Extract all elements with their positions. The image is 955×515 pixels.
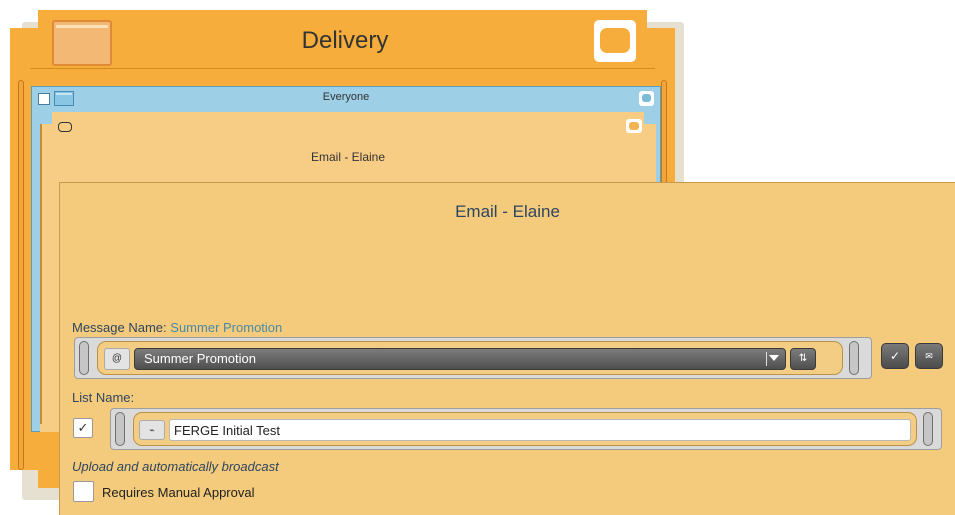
message-select-value: Summer Promotion <box>144 351 256 366</box>
list-enabled-checkbox[interactable]: ✓ <box>73 418 93 438</box>
message-name-label: Message Name: Summer Promotion <box>72 320 282 335</box>
requires-approval-label: Requires Manual Approval <box>102 485 255 500</box>
everyone-title: Everyone <box>322 91 370 103</box>
delivery-divider <box>30 68 655 69</box>
list-row-right-cap <box>923 412 933 446</box>
message-name-value: Summer Promotion <box>170 320 283 335</box>
message-name-label-text: Message Name: <box>72 320 167 335</box>
workspace: Delivery Everyone Email - Elaine Email -… <box>0 0 955 515</box>
email-editor-panel: Email - Elaine Message Name: Summer Prom… <box>59 182 955 515</box>
at-sign-icon[interactable]: @ <box>104 348 130 370</box>
delivery-left-handle[interactable] <box>18 80 24 470</box>
message-select-group: @ Summer Promotion ⇅ <box>97 341 843 375</box>
email-editor-title: Email - Elaine <box>455 202 560 221</box>
message-row-left-cap <box>79 341 89 375</box>
everyone-expand-icon[interactable] <box>639 91 654 106</box>
list-name-group: ⌁ <box>133 412 917 446</box>
list-type-icon[interactable]: ⌁ <box>139 420 165 440</box>
upload-broadcast-text: Upload and automatically broadcast <box>72 459 279 474</box>
list-name-label: List Name: <box>72 390 135 405</box>
confirm-check-button[interactable]: ✓ <box>881 343 909 369</box>
refresh-icon[interactable]: ⇅ <box>790 348 816 370</box>
message-select-dropdown[interactable]: Summer Promotion <box>134 348 786 370</box>
delivery-expand-icon[interactable] <box>594 20 636 62</box>
email-card-collapse-icon[interactable] <box>58 122 72 132</box>
list-name-row: ⌁ <box>110 408 942 450</box>
dropdown-separator <box>766 352 767 366</box>
list-row-left-cap <box>115 412 125 446</box>
delivery-thumbnail-icon[interactable] <box>52 20 112 66</box>
chevron-down-icon[interactable] <box>769 355 779 361</box>
list-name-input[interactable] <box>169 419 911 441</box>
email-card-title: Email - Elaine <box>310 150 386 164</box>
message-row-right-cap <box>849 341 859 375</box>
message-select-row: @ Summer Promotion ⇅ <box>74 337 872 379</box>
mail-icon-button[interactable]: ✉ <box>915 343 943 369</box>
email-card-expand-icon[interactable] <box>626 119 642 133</box>
requires-approval-checkbox[interactable] <box>73 481 94 502</box>
delivery-title: Delivery <box>301 27 389 54</box>
